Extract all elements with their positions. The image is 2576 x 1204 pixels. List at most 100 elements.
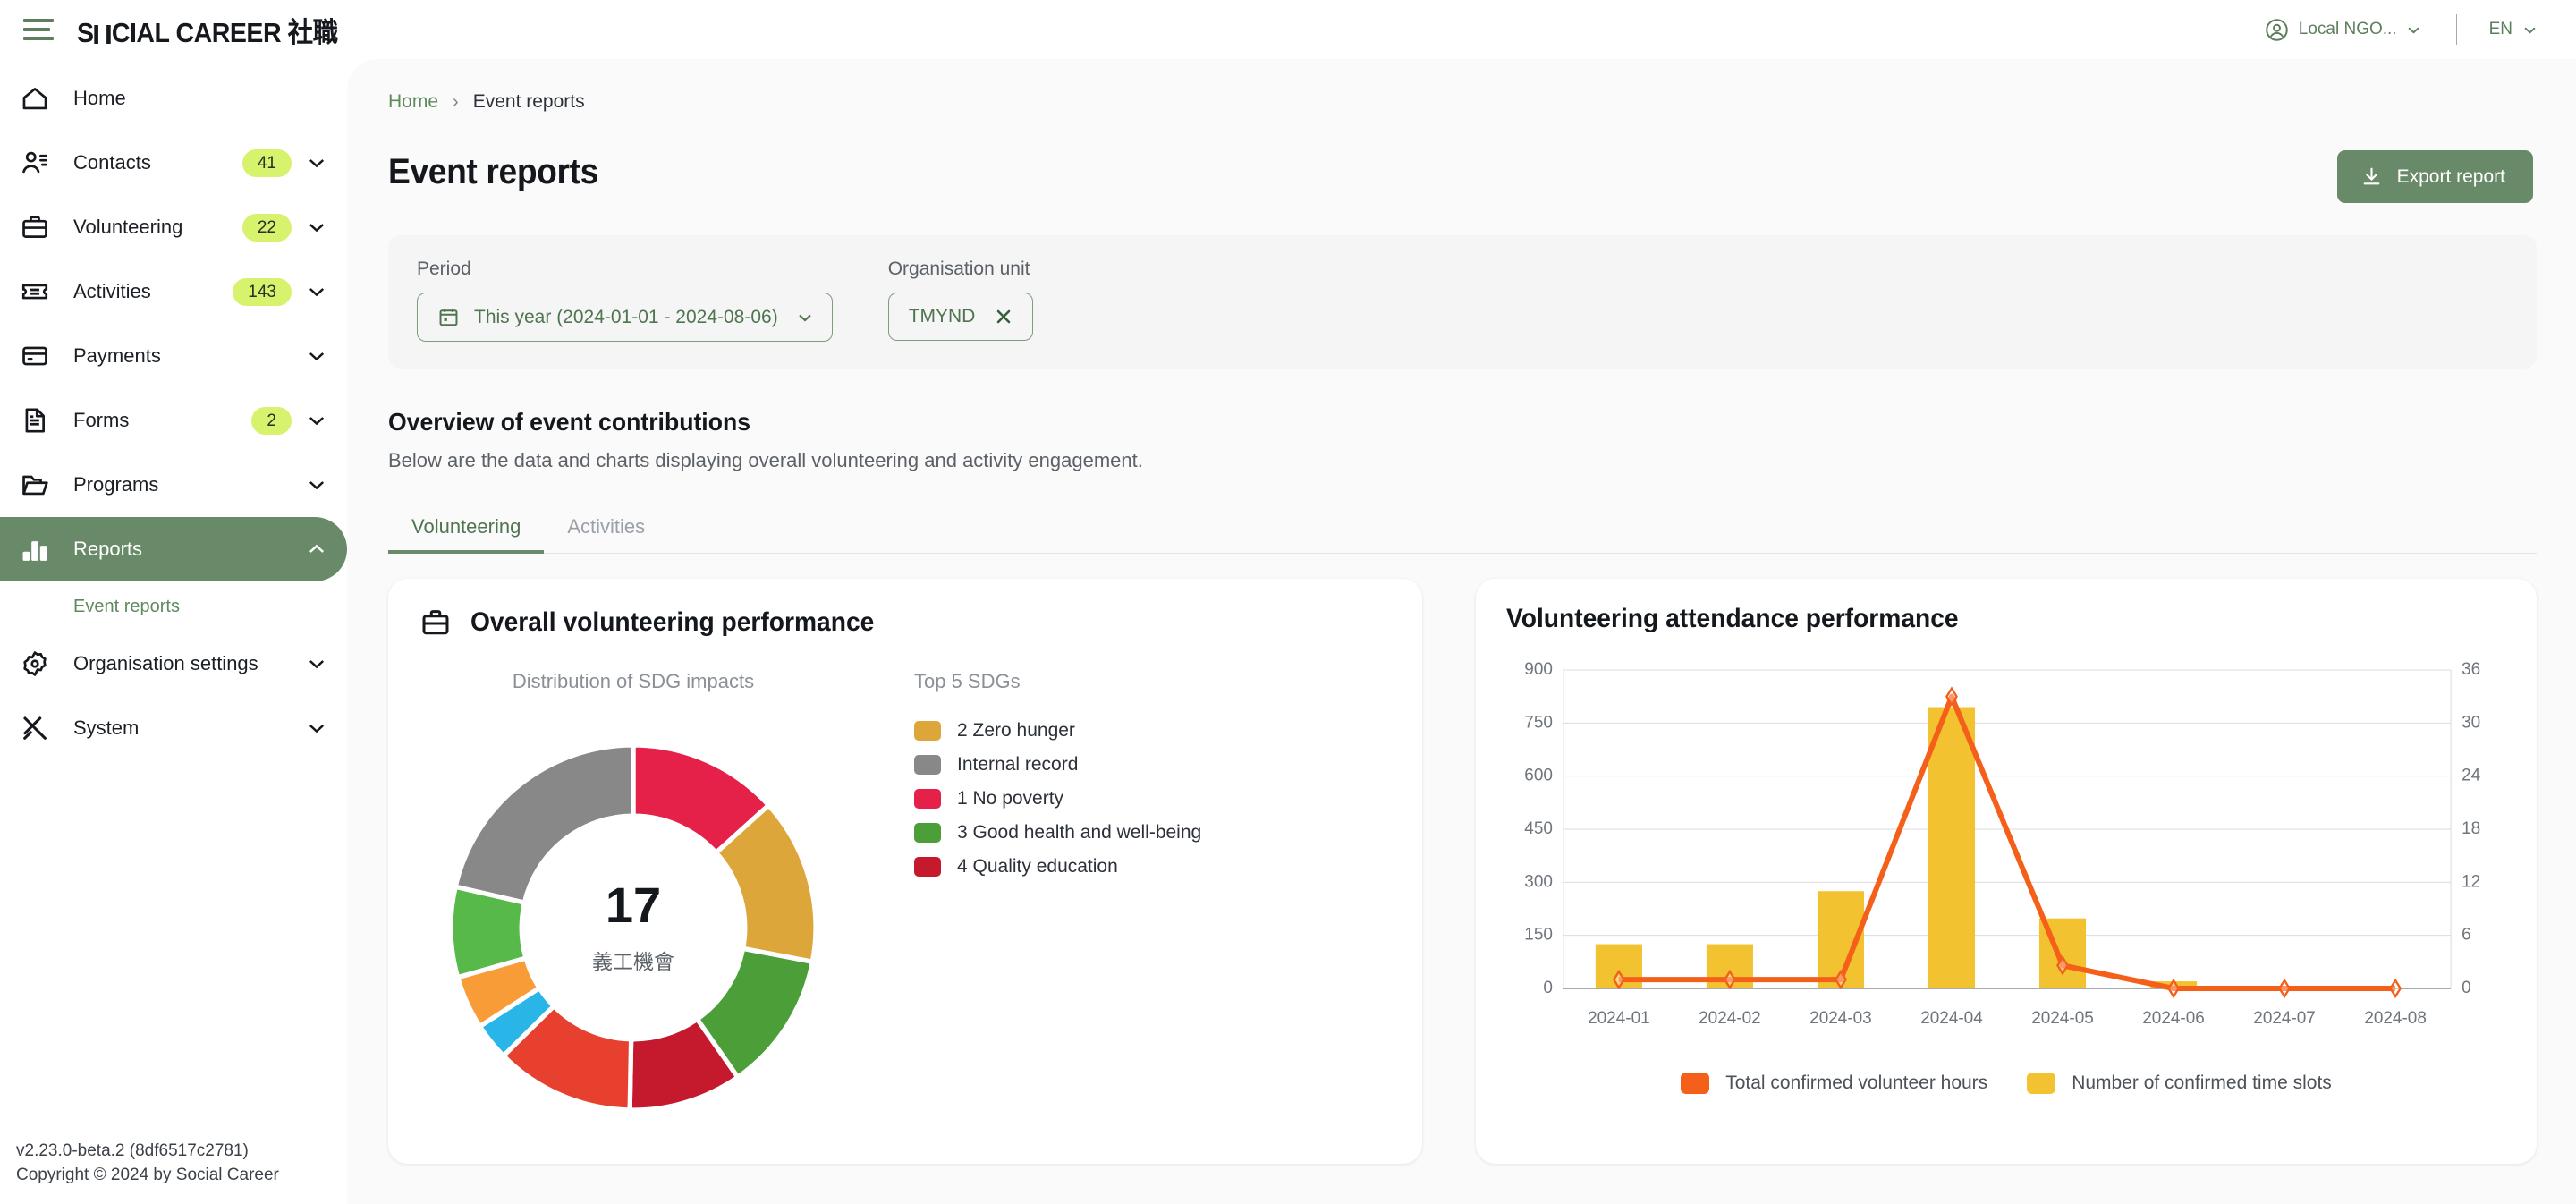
download-icon [2363, 167, 2379, 185]
chevron-down-icon[interactable] [308, 351, 326, 361]
org-unit-label: Organisation unit [887, 259, 1030, 279]
legend-item[interactable]: 4 Quality education [914, 856, 1201, 878]
chevron-down-icon[interactable] [308, 658, 326, 669]
chevron-down-icon[interactable] [308, 415, 326, 426]
overview-subtitle: Below are the data and charts displaying… [388, 449, 1143, 471]
sidebar-item-label: Volunteering [73, 216, 183, 238]
sidebar-item-payments[interactable]: Payments [0, 324, 347, 388]
briefcase-icon [422, 610, 449, 635]
axis-tick-label: 450 [1524, 819, 1553, 838]
user-circle-icon [2266, 18, 2288, 41]
axis-tick-label: 0 [2462, 979, 2471, 997]
hamburger-icon[interactable] [23, 18, 54, 41]
chevron-down-icon[interactable] [308, 723, 326, 733]
sidebar-subitem-event-reports[interactable]: Event reports [0, 581, 347, 632]
sidebar-item-contacts[interactable]: Contacts 41 [0, 131, 347, 195]
sidebar-item-label: Organisation settings [73, 652, 258, 674]
sidebar-item-volunteering[interactable]: Volunteering 22 [0, 195, 347, 259]
chart-data-point[interactable] [2278, 978, 2292, 999]
sidebar-badge: 22 [242, 213, 292, 242]
sidebar-item-forms[interactable]: Forms 2 [0, 388, 347, 453]
app-version: v2.23.0-beta.2 (8df6517c2781) [16, 1140, 249, 1160]
main-content: Home › Event reports Event reports Expor… [347, 59, 2576, 1204]
chevron-down-icon[interactable] [308, 222, 326, 233]
donut-section: Distribution of SDG impacts 17 義工機會 Top … [419, 670, 1392, 1142]
tab-activities[interactable]: Activities [544, 504, 668, 553]
user-menu[interactable]: Local NGO... [2256, 13, 2429, 47]
org-unit-chip[interactable]: TMYND [887, 293, 1034, 341]
home-icon [16, 80, 54, 117]
tab-volunteering[interactable]: Volunteering [388, 504, 545, 554]
top-bar-right: Local NGO... EN [2256, 13, 2576, 47]
language-label: EN [2488, 20, 2512, 38]
sidebar-item-activities[interactable]: Activities 143 [0, 259, 347, 324]
legend-swatch [914, 755, 941, 775]
sidebar-badge: 2 [251, 406, 292, 435]
legend-label: 4 Quality education [957, 856, 1118, 877]
card-icon [16, 337, 54, 375]
chevron-down-icon[interactable] [308, 286, 326, 297]
chart-data-point[interactable] [2389, 978, 2402, 999]
axis-tick-label: 24 [2462, 767, 2480, 785]
sidebar-item-reports[interactable]: Reports [0, 517, 347, 581]
chevron-right-icon: › [453, 91, 459, 112]
axis-tick-label: 150 [1524, 926, 1553, 945]
user-menu-label: Local NGO... [2298, 20, 2397, 38]
axis-tick-label: 2024-05 [2031, 1009, 2094, 1028]
chevron-down-icon[interactable] [308, 479, 326, 490]
legend-label: 3 Good health and well-being [957, 822, 1202, 843]
axis-tick-label: 6 [2462, 926, 2471, 945]
copyright-text: Copyright © 2024 by Social Career [16, 1166, 279, 1185]
attendance-chart-svg: 0 150 300 450 600 750 900 0 6 12 18 24 30 36 2024-01… [1524, 660, 2480, 1028]
close-icon[interactable] [995, 308, 1013, 326]
sidebar: Home Contacts 41 Volunteering 22 Activit… [0, 59, 347, 1204]
volunteering-attendance-card: Volunteering attendance performance 0 150… [1476, 579, 2537, 1164]
donut-subtitle: Distribution of SDG impacts [512, 670, 755, 692]
chevron-down-icon[interactable] [308, 157, 326, 168]
donut-column: Distribution of SDG impacts 17 義工機會 [419, 670, 848, 1142]
legend-item[interactable]: 2 Zero hunger [914, 720, 1201, 742]
attendance-chart[interactable]: 0 150 300 450 600 750 900 0 6 12 18 24 30 36 2024-01… [1506, 657, 2506, 1094]
brand-logo[interactable]: S CIAL CAREER 社職 [77, 10, 338, 50]
sidebar-item-home[interactable]: Home [0, 66, 347, 131]
legend-item[interactable]: Total confirmed volunteer hours [1681, 1073, 1987, 1094]
legend-item[interactable]: Internal record [914, 754, 1201, 776]
sdg-legend: Top 5 SDGs 2 Zero hunger Internal record 1… [848, 670, 1201, 1142]
chart-cards: Overall volunteering performance Distrib… [388, 579, 2537, 1173]
breadcrumb: Home › Event reports [388, 91, 2537, 113]
header-divider [2455, 14, 2457, 45]
sidebar-item-label: Reports [73, 538, 143, 560]
card-title: Volunteering attendance performance [1506, 604, 1959, 633]
period-value: This year (2024-01-01 - 2024-08-06) [474, 306, 778, 327]
donut-slice[interactable] [453, 742, 636, 906]
sidebar-item-label: Activities [73, 280, 151, 302]
sidebar-item-organisation-settings[interactable]: Organisation settings [0, 632, 347, 696]
legend-item[interactable]: 1 No poverty [914, 788, 1201, 810]
sdg-donut-chart[interactable]: 17 義工機會 [419, 713, 848, 1142]
ticket-icon [16, 273, 54, 310]
brand-name-before: S [77, 16, 94, 48]
brand-name-after: CIAL CAREER 社職 [111, 16, 338, 48]
page-title: Event reports [388, 152, 598, 191]
export-report-button[interactable]: Export report [2336, 150, 2533, 203]
language-menu[interactable]: EN [2484, 14, 2542, 45]
export-report-label: Export report [2396, 165, 2505, 187]
legend-item[interactable]: Number of confirmed time slots [2027, 1073, 2332, 1094]
sidebar-item-system[interactable]: System [0, 696, 347, 760]
legend-item[interactable]: 3 Good health and well-being [914, 822, 1201, 844]
chevron-down-icon [2524, 27, 2536, 33]
chevron-up-icon[interactable] [308, 544, 326, 555]
sidebar-nav: Home Contacts 41 Volunteering 22 Activit… [0, 66, 347, 1139]
sidebar-item-programs[interactable]: Programs [0, 453, 347, 517]
gear-icon [16, 645, 54, 683]
chart-bar[interactable] [1928, 707, 1976, 988]
period-select[interactable]: This year (2024-01-01 - 2024-08-06) [417, 293, 833, 342]
sidebar-item-label: Home [73, 87, 126, 109]
legend-label: Number of confirmed time slots [2072, 1073, 2332, 1093]
org-unit-value: TMYND [908, 306, 976, 326]
donut-svg [448, 742, 818, 1113]
axis-tick-label: 600 [1524, 767, 1553, 785]
axis-tick-label: 2024-04 [1920, 1009, 1983, 1028]
axis-tick-label: 2024-06 [2142, 1009, 2205, 1028]
breadcrumb-home-link[interactable]: Home [388, 91, 438, 113]
